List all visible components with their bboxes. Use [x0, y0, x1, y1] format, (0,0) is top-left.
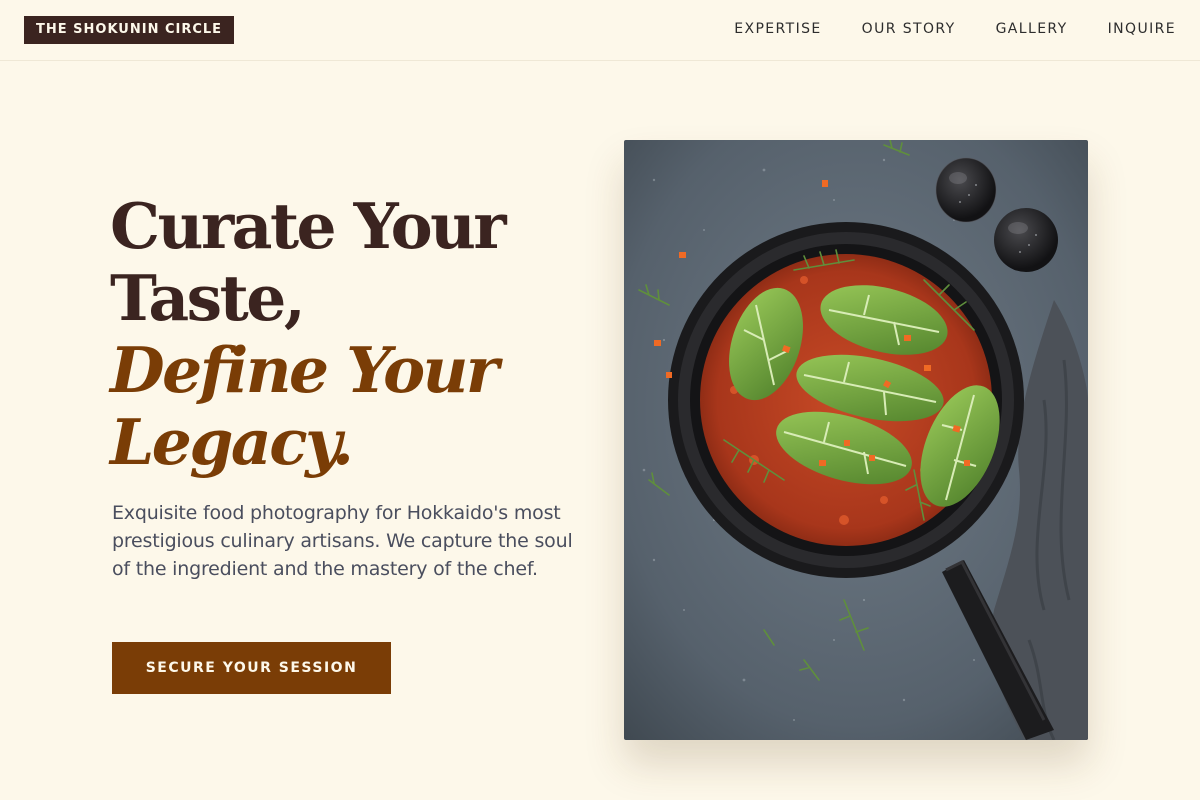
nav-item-expertise[interactable]: EXPERTISE: [734, 19, 821, 39]
main-nav: EXPERTISE OUR STORY GALLERY INQUIRE: [734, 19, 1176, 39]
hero-food-photo: [624, 140, 1088, 740]
nav-item-our-story[interactable]: OUR STORY: [862, 19, 956, 39]
hero-headline: Curate Your Taste, Define Your Legacy.: [110, 190, 590, 478]
headline-accent-line-2: Legacy.: [110, 405, 354, 479]
site-header: THE SHOKUNIN CIRCLE EXPERTISE OUR STORY …: [0, 0, 1200, 61]
hero-description: Exquisite food photography for Hokkaido'…: [112, 502, 573, 580]
headline-accent-line-1: Define Your: [110, 333, 499, 407]
nav-item-gallery[interactable]: GALLERY: [996, 19, 1068, 39]
headline-line-2: Taste,: [110, 261, 306, 335]
headline-line-1: Curate Your: [110, 189, 507, 263]
secure-session-button[interactable]: SECURE YOUR SESSION: [112, 642, 391, 694]
site-logo[interactable]: THE SHOKUNIN CIRCLE: [24, 16, 235, 44]
nav-item-inquire[interactable]: INQUIRE: [1108, 19, 1176, 39]
